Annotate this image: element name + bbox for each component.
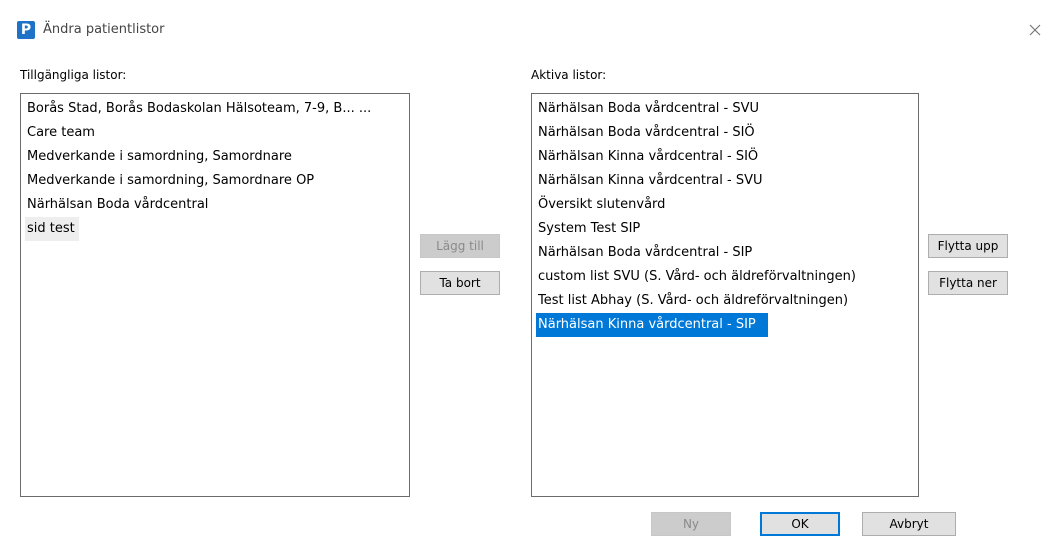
- active-list-item[interactable]: System Test SIP: [536, 217, 914, 241]
- active-list-item[interactable]: Test list Abhay (S. Vård- och äldreförva…: [536, 289, 914, 313]
- active-list-item[interactable]: custom list SVU (S. Vård- och äldreförva…: [536, 265, 914, 289]
- add-button[interactable]: Lägg till: [420, 234, 500, 258]
- available-lists-label: Tillgängliga listor:: [20, 68, 127, 82]
- close-button[interactable]: [1017, 12, 1053, 48]
- active-lists-label: Aktiva listor:: [531, 68, 607, 82]
- active-list-item[interactable]: Närhälsan Kinna vårdcentral - SIÖ: [536, 145, 914, 169]
- available-list-item[interactable]: Medverkande i samordning, Samordnare: [25, 145, 405, 169]
- move-up-button[interactable]: Flytta upp: [928, 234, 1008, 258]
- available-lists-listbox[interactable]: Borås Stad, Borås Bodaskolan Hälsoteam, …: [20, 93, 410, 497]
- active-list-item[interactable]: Närhälsan Boda vårdcentral - SIP: [536, 241, 914, 265]
- new-button[interactable]: Ny: [651, 512, 731, 536]
- change-patient-lists-dialog: P Ändra patientlistor Tillgängliga listo…: [9, 12, 1053, 554]
- close-icon: [1029, 24, 1041, 36]
- background-window-strip: [0, 0, 1053, 12]
- available-list-item[interactable]: Medverkande i samordning, Samordnare OP: [25, 169, 405, 193]
- cancel-button[interactable]: Avbryt: [862, 512, 956, 536]
- active-list-item[interactable]: Närhälsan Kinna vårdcentral - SIP: [536, 313, 768, 337]
- active-list-item[interactable]: Närhälsan Kinna vårdcentral - SVU: [536, 169, 914, 193]
- available-list-item[interactable]: sid test: [25, 217, 79, 241]
- app-p-icon: P: [17, 21, 35, 39]
- active-list-item[interactable]: Närhälsan Boda vårdcentral - SVU: [536, 97, 914, 121]
- move-down-button[interactable]: Flytta ner: [928, 271, 1008, 295]
- available-list-item[interactable]: Care team: [25, 121, 405, 145]
- title-bar: P Ändra patientlistor: [9, 12, 1053, 48]
- active-list-item[interactable]: Närhälsan Boda vårdcentral - SIÖ: [536, 121, 914, 145]
- active-list-item[interactable]: Översikt slutenvård: [536, 193, 914, 217]
- active-lists-listbox[interactable]: Närhälsan Boda vårdcentral - SVU Närhälsa…: [531, 93, 919, 497]
- available-list-item[interactable]: Borås Stad, Borås Bodaskolan Hälsoteam, …: [25, 97, 405, 121]
- window-title: Ändra patientlistor: [43, 22, 165, 37]
- ok-button[interactable]: OK: [760, 512, 840, 536]
- available-list-item[interactable]: Närhälsan Boda vårdcentral: [25, 193, 405, 217]
- remove-button[interactable]: Ta bort: [420, 271, 500, 295]
